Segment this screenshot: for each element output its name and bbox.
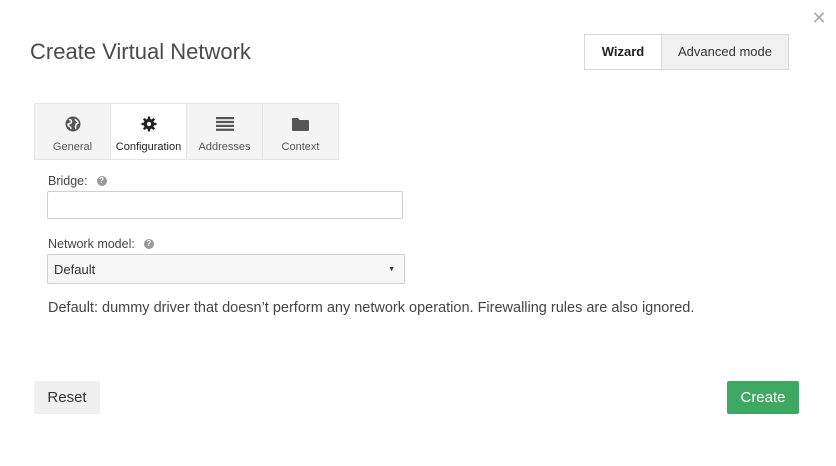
help-icon[interactable]: ? <box>96 176 107 186</box>
tab-addresses[interactable]: Addresses <box>187 104 263 159</box>
help-icon[interactable]: ? <box>143 239 154 249</box>
page-title: Create Virtual Network <box>30 39 251 64</box>
tab-configuration[interactable]: Configuration <box>111 104 187 159</box>
network-model-description: Default: dummy driver that doesn’t perfo… <box>48 300 695 316</box>
tab-general[interactable]: General <box>35 104 111 159</box>
tab-label-context: Context <box>281 141 320 153</box>
folder-icon <box>292 115 309 132</box>
chevron-down-icon: ▼ <box>388 265 395 273</box>
mode-toggle-group: Wizard Advanced mode <box>584 34 789 70</box>
bridge-label-row: Bridge: ? <box>48 174 107 188</box>
close-icon[interactable]: ✕ <box>810 8 828 28</box>
bridge-input[interactable] <box>47 191 403 219</box>
gear-icon <box>141 115 157 132</box>
tab-context[interactable]: Context <box>263 104 339 159</box>
network-model-select[interactable]: Default ▼ <box>47 254 405 284</box>
tab-label-addresses: Addresses <box>198 141 251 153</box>
globe-icon <box>65 115 81 132</box>
tab-label-general: General <box>52 141 93 153</box>
wizard-tabs: General Configuration Addresses Context <box>34 103 339 160</box>
wizard-mode-button[interactable]: Wizard <box>584 34 662 70</box>
reset-button[interactable]: Reset <box>34 381 100 414</box>
network-model-value: Default <box>54 261 96 277</box>
network-model-label: Network model: <box>48 237 135 251</box>
bridge-label: Bridge: <box>48 174 88 188</box>
network-model-label-row: Network model: ? <box>48 237 154 251</box>
create-button[interactable]: Create <box>727 381 799 414</box>
tab-label-configuration: Configuration <box>115 141 182 153</box>
advanced-mode-button[interactable]: Advanced mode <box>662 34 789 70</box>
list-icon <box>215 115 234 132</box>
